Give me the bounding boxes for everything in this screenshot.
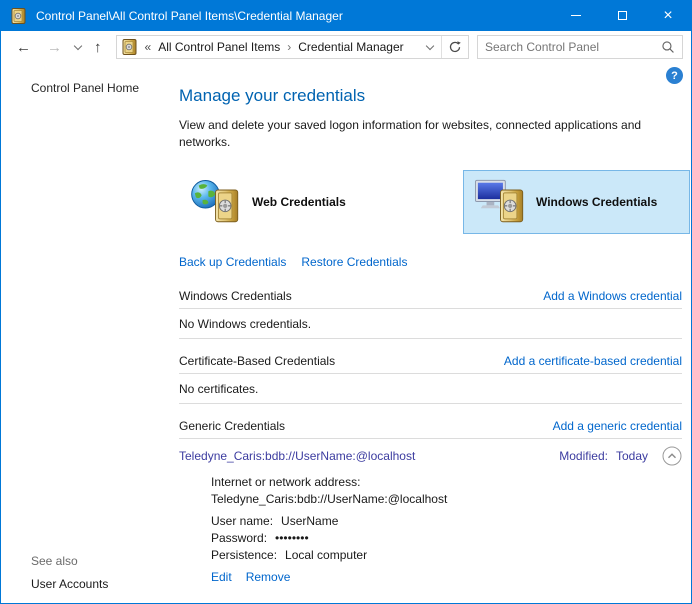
sidebar: Control Panel Home See also User Account… — [1, 63, 179, 603]
web-credentials-icon — [191, 179, 243, 225]
windows-credentials-tile[interactable]: Windows Credentials — [463, 170, 690, 234]
forward-button[interactable]: → — [42, 40, 67, 55]
credential-name-link[interactable]: Teledyne_Caris:bdb://UserName:@localhost — [179, 449, 559, 463]
credential-manager-window: Control Panel\All Control Panel Items\Cr… — [0, 0, 692, 604]
credential-manager-icon — [11, 8, 27, 24]
search-icon[interactable] — [661, 40, 675, 54]
password-label: Password: — [211, 531, 267, 545]
help-button[interactable]: ? — [666, 67, 683, 84]
refresh-button[interactable] — [442, 40, 468, 54]
minimize-icon — [571, 15, 581, 16]
credential-entry-header: Teledyne_Caris:bdb://UserName:@localhost… — [179, 439, 682, 466]
maximize-button[interactable] — [599, 0, 645, 31]
recent-pages-chevron-icon[interactable] — [74, 42, 82, 50]
minimize-button[interactable] — [553, 0, 599, 31]
address-bar[interactable]: « All Control Panel Items › Credential M… — [116, 35, 470, 59]
section-header-row: Certificate-Based Credentials Add a cert… — [179, 354, 682, 374]
section-certificate-credentials: Certificate-Based Credentials Add a cert… — [179, 354, 682, 404]
web-credentials-label: Web Credentials — [252, 195, 346, 209]
add-generic-credential-link[interactable]: Add a generic credential — [553, 419, 682, 433]
sidebar-see-also-group: See also User Accounts — [31, 554, 179, 591]
breadcrumb-overflow-icon[interactable]: « — [145, 40, 152, 54]
main-panel: Manage your credentials View and delete … — [179, 63, 691, 603]
credential-actions: Edit Remove — [211, 569, 682, 586]
chevron-down-icon — [426, 42, 434, 50]
section-title: Windows Credentials — [179, 289, 292, 303]
edit-link[interactable]: Edit — [211, 569, 232, 586]
search-box[interactable] — [477, 35, 683, 59]
empty-message: No Windows credentials. — [179, 309, 682, 339]
close-button[interactable]: × — [645, 0, 691, 31]
restore-credentials-link[interactable]: Restore Credentials — [301, 255, 407, 269]
navigation-bar: ← → ↑ « All Control Panel Items › Creden… — [1, 31, 691, 63]
section-title: Generic Credentials — [179, 419, 285, 433]
window-title: Control Panel\All Control Panel Items\Cr… — [36, 9, 343, 23]
see-also-label: See also — [31, 554, 179, 568]
backup-restore-links: Back up Credentials Restore Credentials — [179, 255, 691, 269]
help-icon: ? — [671, 70, 678, 82]
section-header-row: Windows Credentials Add a Windows creden… — [179, 289, 682, 309]
password-value: •••••••• — [275, 531, 309, 545]
credential-type-tiles: Web Credentials Windows Credentials — [179, 170, 691, 234]
breadcrumb-credential-manager[interactable]: Credential Manager — [298, 40, 403, 54]
modified-label: Modified: — [559, 449, 608, 463]
username-row: User name: UserName — [211, 513, 682, 530]
up-button[interactable]: ↑ — [89, 40, 107, 55]
address-label-row: Internet or network address: — [211, 474, 682, 491]
sidebar-item-control-panel-home[interactable]: Control Panel Home — [31, 81, 179, 95]
windows-credentials-label: Windows Credentials — [536, 195, 657, 209]
maximize-icon — [618, 11, 627, 20]
credential-details: Internet or network address: Teledyne_Ca… — [211, 474, 682, 586]
username-value: UserName — [281, 514, 338, 528]
breadcrumb-all-control-panel-items[interactable]: All Control Panel Items — [158, 40, 280, 54]
remove-link[interactable]: Remove — [246, 569, 291, 586]
add-windows-credential-link[interactable]: Add a Windows credential — [543, 289, 682, 303]
search-input[interactable] — [478, 40, 657, 54]
address-value-row: Teledyne_Caris:bdb://UserName:@localhost — [211, 491, 682, 508]
breadcrumb-separator-icon: › — [287, 40, 291, 54]
address-value: Teledyne_Caris:bdb://UserName:@localhost — [211, 492, 447, 506]
section-generic-credentials: Generic Credentials Add a generic creden… — [179, 419, 682, 439]
credential-modified: Modified: Today — [559, 449, 648, 463]
section-windows-credentials: Windows Credentials Add a Windows creden… — [179, 289, 682, 339]
persistence-row: Persistence: Local computer — [211, 547, 682, 564]
section-title: Certificate-Based Credentials — [179, 354, 335, 368]
close-icon: × — [663, 8, 672, 24]
username-label: User name: — [211, 514, 273, 528]
page-description: View and delete your saved logon informa… — [179, 117, 681, 151]
credential-entry: Teledyne_Caris:bdb://UserName:@localhost… — [179, 439, 682, 586]
password-row: Password: •••••••• — [211, 530, 682, 547]
backup-credentials-link[interactable]: Back up Credentials — [179, 255, 286, 269]
address-label: Internet or network address: — [211, 475, 360, 489]
title-bar: Control Panel\All Control Panel Items\Cr… — [1, 0, 691, 31]
web-credentials-tile[interactable]: Web Credentials — [179, 170, 406, 234]
collapse-entry-button[interactable] — [662, 446, 682, 466]
persistence-value: Local computer — [285, 548, 367, 562]
windows-credentials-icon — [475, 179, 527, 225]
content-area: Control Panel Home See also User Account… — [1, 63, 691, 603]
address-credential-manager-icon — [122, 39, 138, 55]
address-dropdown-button[interactable] — [419, 43, 441, 51]
modified-value: Today — [616, 449, 648, 463]
chevron-up-circle-icon — [662, 446, 682, 466]
window-controls: × — [553, 0, 691, 31]
empty-message: No certificates. — [179, 374, 682, 404]
page-title: Manage your credentials — [179, 86, 691, 106]
persistence-label: Persistence: — [211, 548, 277, 562]
refresh-icon — [448, 40, 462, 54]
back-button[interactable]: ← — [11, 40, 36, 55]
section-header-row: Generic Credentials Add a generic creden… — [179, 419, 682, 439]
add-certificate-credential-link[interactable]: Add a certificate-based credential — [504, 354, 682, 368]
sidebar-item-user-accounts[interactable]: User Accounts — [31, 577, 179, 591]
